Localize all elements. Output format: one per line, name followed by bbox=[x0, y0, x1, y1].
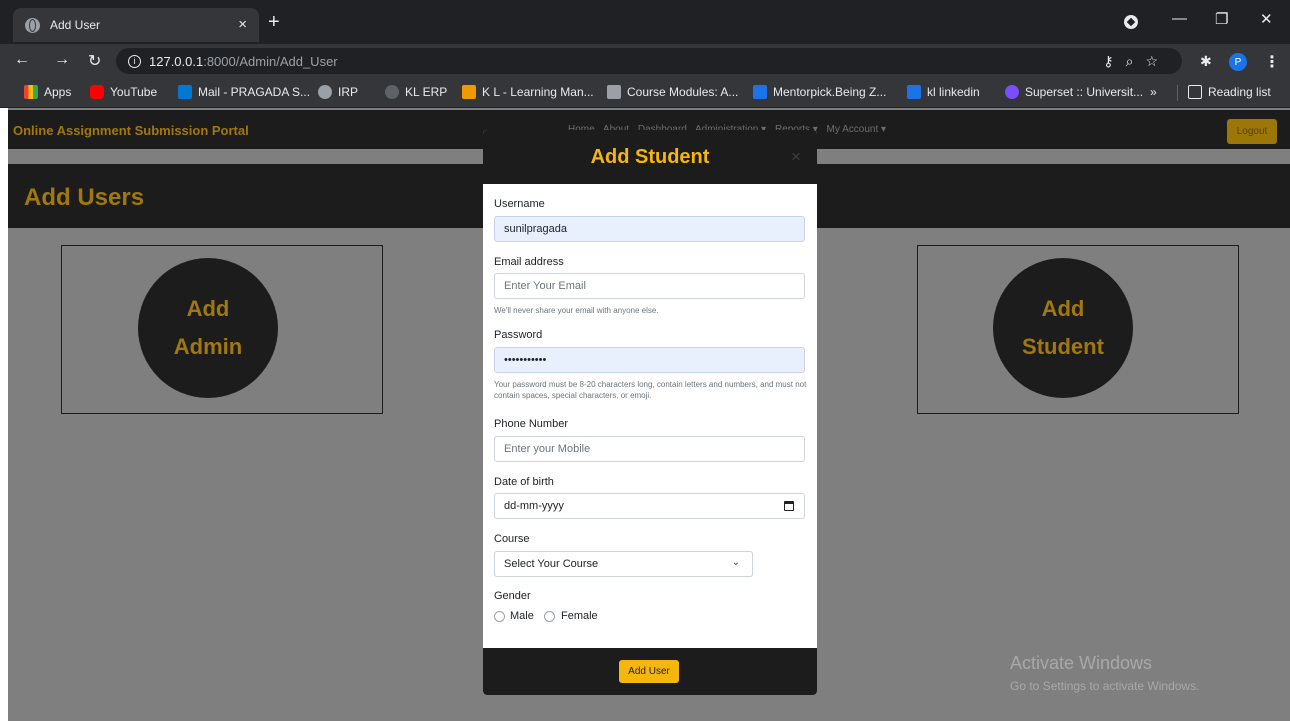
new-tab-button[interactable]: + bbox=[268, 12, 280, 32]
url-host: 127.0.0.1 bbox=[149, 53, 204, 69]
gender-male-label[interactable]: Male bbox=[510, 610, 534, 622]
modal-title: Add Student bbox=[590, 146, 710, 168]
logout-button[interactable]: Logout bbox=[1227, 119, 1277, 144]
reading-list-button[interactable]: Reading list bbox=[1188, 85, 1271, 99]
modal-close-icon[interactable]: × bbox=[791, 147, 801, 167]
minimize-icon[interactable]: — bbox=[1172, 10, 1187, 27]
course-label: Course bbox=[494, 533, 530, 545]
add-student-button[interactable]: Add Student bbox=[993, 258, 1133, 398]
dob-label: Date of birth bbox=[494, 476, 554, 488]
address-bar[interactable]: i 127.0.0.1 :8000/Admin/Add_User ⚷⌕☆ bbox=[116, 48, 1182, 74]
page-title: Add Users bbox=[24, 184, 145, 211]
email-input[interactable]: Enter Your Email bbox=[494, 273, 805, 299]
bookmark-course-modules[interactable]: Course Modules: A... bbox=[607, 85, 738, 99]
aws-icon bbox=[607, 85, 621, 99]
site-brand[interactable]: Online Assignment Submission Portal bbox=[13, 123, 249, 138]
gender-label: Gender bbox=[494, 590, 531, 602]
bookmark-irp[interactable]: IRP bbox=[318, 85, 358, 99]
course-select[interactable]: Select Your Course ⌄ bbox=[494, 551, 753, 577]
add-admin-card[interactable]: Add Admin bbox=[61, 245, 383, 414]
browser-tab[interactable]: Add User × bbox=[13, 8, 259, 42]
more-bookmarks-button[interactable]: » bbox=[1150, 85, 1157, 99]
omnibox-icons[interactable]: ⚷⌕☆ bbox=[1103, 53, 1170, 70]
password-label: Password bbox=[494, 329, 543, 341]
dob-placeholder: dd-mm-yyyy bbox=[504, 500, 564, 512]
modal-header: Add Student × bbox=[483, 130, 817, 184]
reload-icon[interactable]: ↻ bbox=[88, 51, 101, 71]
irp-icon bbox=[318, 85, 332, 99]
bookmark-kl-erp[interactable]: KL ERP bbox=[385, 85, 447, 99]
restore-icon[interactable]: ❐ bbox=[1215, 10, 1228, 28]
reading-list-icon bbox=[1188, 85, 1202, 99]
bookmarks-bar: Apps YouTube Mail - PRAGADA S... IRP KL … bbox=[0, 78, 1290, 108]
bookmark-apps[interactable]: Apps bbox=[24, 85, 71, 99]
browser-titlebar: Add User × + — ❐ ✕ bbox=[0, 0, 1290, 44]
gender-female-label[interactable]: Female bbox=[561, 610, 598, 622]
nav-my-account[interactable]: My Account ▾ bbox=[827, 124, 887, 135]
username-label: Username bbox=[494, 198, 545, 210]
url-path: :8000/Admin/Add_User bbox=[203, 53, 338, 69]
gender-male-radio[interactable] bbox=[494, 611, 505, 622]
password-help: Your password must be 8-20 characters lo… bbox=[494, 380, 807, 400]
back-icon[interactable]: ← bbox=[14, 51, 30, 69]
modal-footer: Add User bbox=[483, 648, 817, 695]
windows-watermark-subtitle: Go to Settings to activate Windows. bbox=[1010, 679, 1200, 693]
bookmarks-divider bbox=[1177, 85, 1178, 101]
browser-toolbar: ← → ↻ i 127.0.0.1 :8000/Admin/Add_User ⚷… bbox=[0, 44, 1290, 78]
username-input[interactable]: sunilpragada bbox=[494, 216, 805, 242]
tab-close-icon[interactable]: × bbox=[238, 16, 247, 33]
bookmark-youtube[interactable]: YouTube bbox=[90, 85, 157, 99]
email-help: We'll never share your email with anyone… bbox=[494, 306, 659, 315]
windows-watermark-title: Activate Windows bbox=[1010, 653, 1153, 673]
chrome-profile-icon[interactable] bbox=[1124, 15, 1138, 29]
globe-icon bbox=[25, 17, 40, 33]
info-icon[interactable]: i bbox=[128, 54, 141, 68]
bookmark-mentorpick[interactable]: Mentorpick.Being Z... bbox=[753, 85, 886, 99]
dob-input[interactable]: dd-mm-yyyy bbox=[494, 493, 805, 519]
profile-avatar[interactable]: P bbox=[1229, 53, 1247, 71]
email-label: Email address bbox=[494, 256, 564, 268]
bookmark-kl-linkedin[interactable]: kl linkedin bbox=[907, 85, 980, 99]
kl-erp-icon bbox=[385, 85, 399, 99]
extensions-icon[interactable]: ✱ bbox=[1200, 53, 1212, 70]
add-admin-button[interactable]: Add Admin bbox=[138, 258, 278, 398]
menu-icon[interactable]: ⋮ bbox=[1264, 52, 1280, 72]
bookmark-kl-learning[interactable]: K L - Learning Man... bbox=[462, 85, 594, 99]
gender-female-radio[interactable] bbox=[544, 611, 555, 622]
phone-input[interactable]: Enter your Mobile bbox=[494, 436, 805, 462]
mentorpick-icon bbox=[753, 85, 767, 99]
kl-learning-icon bbox=[462, 85, 476, 99]
linkedin-icon bbox=[907, 85, 921, 99]
course-selected: Select Your Course bbox=[504, 558, 599, 570]
chevron-down-icon: ⌄ bbox=[731, 557, 740, 568]
add-user-button[interactable]: Add User bbox=[619, 660, 679, 683]
youtube-icon bbox=[90, 85, 104, 99]
forward-icon[interactable]: → bbox=[54, 51, 70, 69]
phone-label: Phone Number bbox=[494, 418, 568, 430]
calendar-icon[interactable] bbox=[784, 501, 794, 511]
apps-icon bbox=[24, 85, 38, 99]
bookmark-superset[interactable]: Superset :: Universit... bbox=[1005, 85, 1143, 99]
bookmark-mail[interactable]: Mail - PRAGADA S... bbox=[178, 85, 310, 99]
tab-title: Add User bbox=[50, 18, 101, 32]
superset-icon bbox=[1005, 85, 1019, 99]
add-student-card[interactable]: Add Student bbox=[917, 245, 1239, 414]
window-close-icon[interactable]: ✕ bbox=[1260, 10, 1273, 28]
add-student-modal: Add Student × Username sunilpragada Emai… bbox=[483, 130, 817, 695]
outlook-icon bbox=[178, 85, 192, 99]
password-input[interactable]: ••••••••••• bbox=[494, 347, 805, 373]
